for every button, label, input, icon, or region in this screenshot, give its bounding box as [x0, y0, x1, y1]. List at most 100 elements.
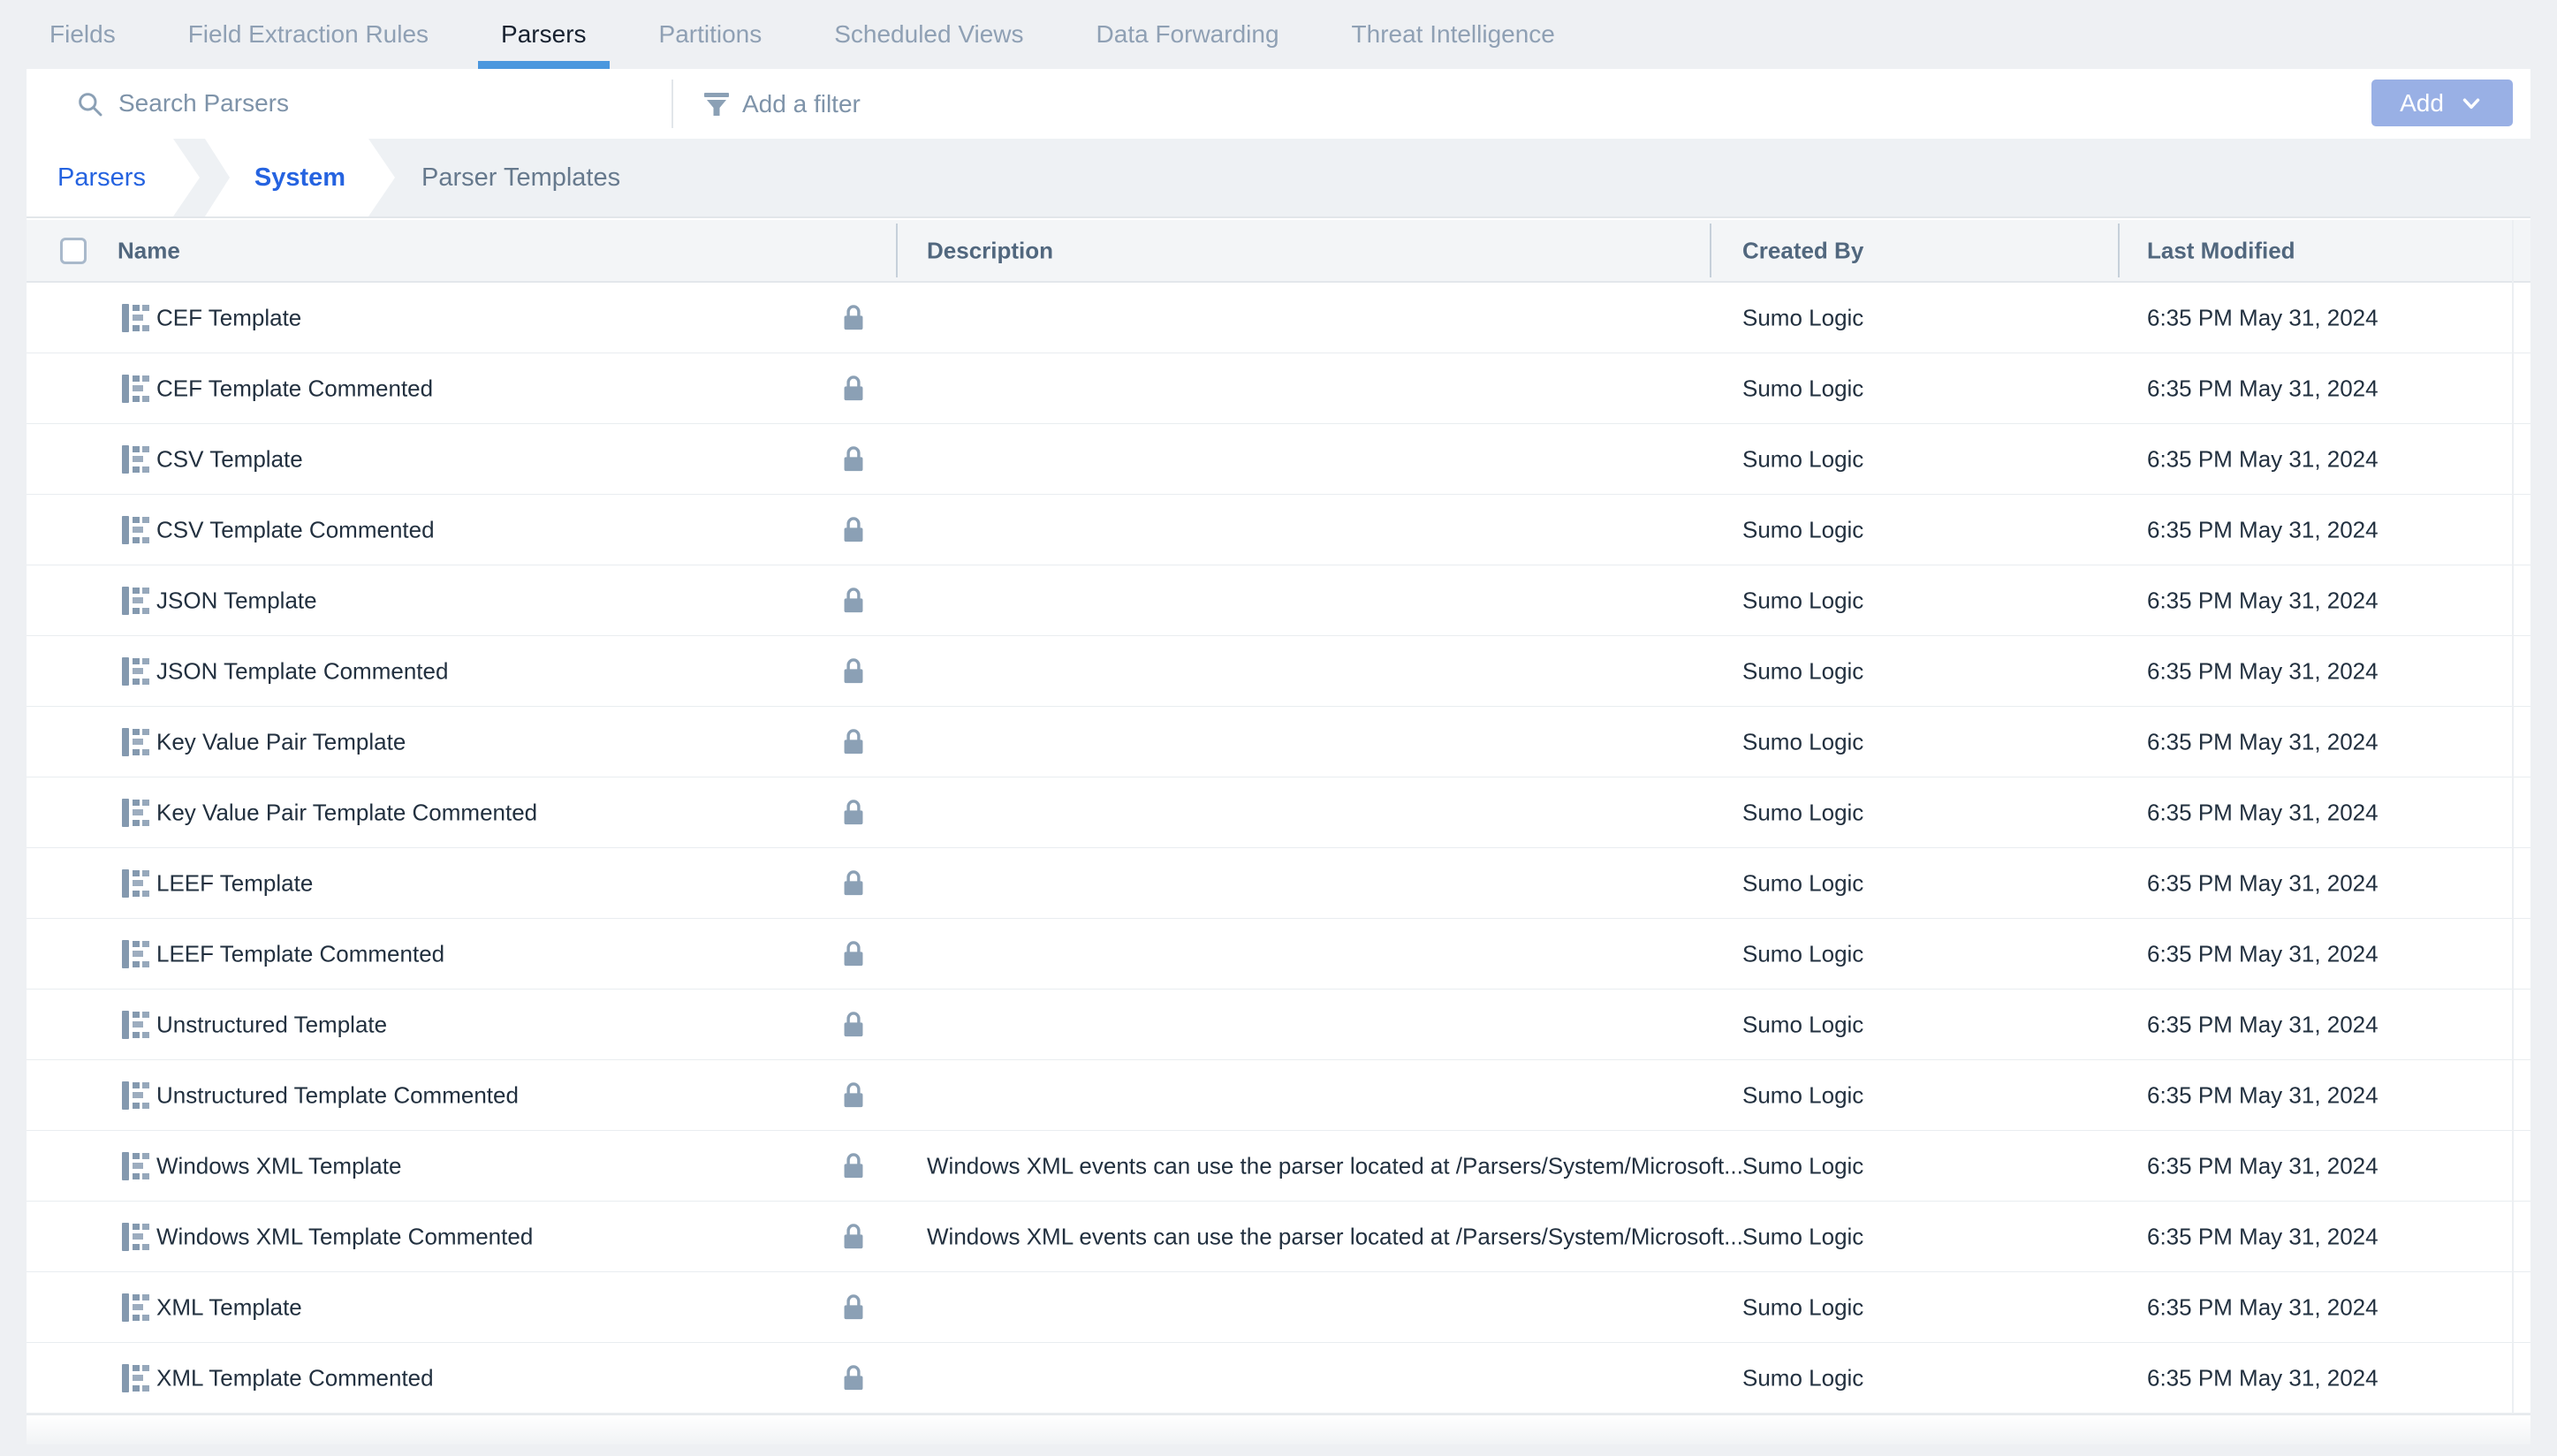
row-created-by: Sumo Logic	[1742, 1011, 1863, 1038]
table-row[interactable]: Key Value Pair Template CommentedSumo Lo…	[27, 777, 2530, 848]
table-row[interactable]: XML Template Commented Sumo Logic 6:35 PM …	[27, 1343, 2530, 1414]
add-button-label: Add	[2400, 89, 2444, 118]
parser-template-icon	[119, 585, 151, 617]
row-name: XML Template Commented	[156, 1364, 434, 1392]
row-last-modified: 6:35 PM May 31, 2024	[2147, 587, 2379, 614]
table-row[interactable]: CEF TemplateSumo Logic6:35 PM May 31, 20…	[27, 283, 2530, 353]
lock-icon	[839, 1151, 868, 1181]
table-footer	[27, 1414, 2530, 1445]
row-name: Key Value Pair Template	[156, 728, 406, 755]
breadcrumb-item-system[interactable]: System	[205, 139, 395, 216]
breadcrumb-item-parsers[interactable]: Parsers	[27, 139, 200, 216]
filter-icon	[702, 90, 732, 123]
table-row[interactable]: Unstructured TemplateSumo Logic6:35 PM M…	[27, 990, 2530, 1060]
table-row[interactable]: CSV Template CommentedSumo Logic6:35 PM …	[27, 495, 2530, 565]
table-row[interactable]: CEF Template CommentedSumo Logic6:35 PM …	[27, 353, 2530, 424]
row-last-modified: 6:35 PM May 31, 2024	[2147, 799, 2379, 826]
table-row[interactable]: LEEF Template CommentedSumo Logic6:35 PM…	[27, 919, 2530, 990]
row-created-by: Sumo Logic	[1742, 1223, 1863, 1250]
row-created-by: Sumo Logic	[1742, 1293, 1863, 1321]
parser-template-icon	[119, 1150, 151, 1182]
column-header-last-modified[interactable]: Last Modified	[2147, 237, 2295, 264]
add-filter-button[interactable]: Add a filter	[742, 69, 861, 139]
tab-bar: Fields Field Extraction Rules Parsers Parti…	[0, 0, 2557, 69]
row-last-modified: 6:35 PM May 31, 2024	[2147, 869, 2379, 897]
parser-template-icon	[119, 1009, 151, 1041]
parser-template-icon	[119, 1292, 151, 1323]
table-row[interactable]: CSV Template Sumo Logic 6:35 PM May 31, 20…	[27, 424, 2530, 495]
parser-template-icon	[119, 373, 151, 405]
lock-icon	[839, 1363, 868, 1393]
row-last-modified: 6:35 PM May 31, 2024	[2147, 445, 2379, 473]
row-last-modified: 6:35 PM May 31, 2024	[2147, 1152, 2379, 1179]
table-row[interactable]: LEEF TemplateSumo Logic6:35 PM May 31, 2…	[27, 848, 2530, 919]
tab-fields[interactable]: Fields	[49, 0, 116, 69]
row-created-by: Sumo Logic	[1742, 1152, 1863, 1179]
table-row[interactable]: Windows XML TemplateWindows XML events c…	[27, 1131, 2530, 1202]
row-name: CSV Template	[156, 445, 303, 473]
breadcrumb-label: Parser Templates	[421, 163, 620, 193]
row-name: Windows XML Template	[156, 1152, 401, 1179]
row-name: Unstructured Template Commented	[156, 1081, 519, 1109]
row-last-modified: 6:35 PM May 31, 2024	[2147, 940, 2379, 967]
row-last-modified: 6:35 PM May 31, 2024	[2147, 657, 2379, 685]
lock-icon	[839, 656, 868, 686]
breadcrumb-label: System	[254, 163, 345, 193]
column-divider	[896, 224, 898, 277]
column-header-description[interactable]: Description	[927, 237, 1053, 264]
row-created-by: Sumo Logic	[1742, 587, 1863, 614]
tab-data-forwarding[interactable]: Data Forwarding	[1096, 0, 1279, 69]
parser-template-icon	[119, 1221, 151, 1253]
column-divider	[1710, 224, 1711, 277]
lock-icon	[839, 515, 868, 545]
tab-partitions[interactable]: Partitions	[659, 0, 763, 69]
search-input[interactable]	[118, 78, 613, 129]
row-last-modified: 6:35 PM May 31, 2024	[2147, 1364, 2379, 1392]
row-description: Windows XML events can use the parser lo…	[927, 1223, 1743, 1250]
add-button[interactable]: Add	[2371, 80, 2513, 126]
row-created-by: Sumo Logic	[1742, 304, 1863, 331]
lock-icon	[839, 1081, 868, 1111]
tab-label: Field Extraction Rules	[188, 20, 429, 49]
table-row[interactable]: Windows XML Template CommentedWindows XM…	[27, 1202, 2530, 1272]
toolbar: Add a filter Add	[27, 69, 2530, 139]
row-created-by: Sumo Logic	[1742, 1364, 1863, 1392]
lock-icon	[839, 1293, 868, 1323]
lock-icon	[839, 939, 868, 969]
row-created-by: Sumo Logic	[1742, 657, 1863, 685]
tab-field-extraction-rules[interactable]: Field Extraction Rules	[188, 0, 429, 69]
table-row[interactable]: JSON Template Sumo Logic 6:35 PM May 31, 2…	[27, 565, 2530, 636]
tab-threat-intelligence[interactable]: Threat Intelligence	[1352, 0, 1555, 69]
table-row[interactable]: XML TemplateSumo Logic6:35 PM May 31, 20…	[27, 1272, 2530, 1343]
tab-parsers[interactable]: Parsers	[501, 0, 586, 69]
row-last-modified: 6:35 PM May 31, 2024	[2147, 375, 2379, 402]
parser-template-icon	[119, 1080, 151, 1111]
lock-icon	[839, 586, 868, 616]
parser-template-icon	[119, 656, 151, 687]
lock-icon	[839, 868, 868, 899]
tab-scheduled-views[interactable]: Scheduled Views	[834, 0, 1023, 69]
table-row[interactable]: JSON Template Commented Sumo Logic 6:35 PM…	[27, 636, 2530, 707]
lock-icon	[839, 1222, 868, 1252]
tab-label: Partitions	[659, 20, 763, 49]
row-last-modified: 6:35 PM May 31, 2024	[2147, 1081, 2379, 1109]
tab-label: Fields	[49, 20, 116, 49]
row-name: CSV Template Commented	[156, 516, 435, 543]
table-right-divider	[2512, 220, 2514, 1445]
row-created-by: Sumo Logic	[1742, 375, 1863, 402]
row-name: JSON Template Commented	[156, 657, 448, 685]
row-created-by: Sumo Logic	[1742, 445, 1863, 473]
row-name: CEF Template	[156, 304, 301, 331]
select-all-checkbox[interactable]	[60, 238, 87, 264]
column-header-created-by[interactable]: Created By	[1742, 237, 1863, 264]
row-created-by: Sumo Logic	[1742, 799, 1863, 826]
column-header-name[interactable]: Name	[118, 237, 180, 264]
table-row[interactable]: Key Value Pair TemplateSumo Logic6:35 PM…	[27, 707, 2530, 777]
tab-label: Parsers	[501, 20, 586, 49]
row-created-by: Sumo Logic	[1742, 1081, 1863, 1109]
table-row[interactable]: Unstructured Template Commented Sumo Logi…	[27, 1060, 2530, 1131]
row-name: JSON Template	[156, 587, 317, 614]
row-created-by: Sumo Logic	[1742, 516, 1863, 543]
parser-template-icon	[119, 444, 151, 475]
row-last-modified: 6:35 PM May 31, 2024	[2147, 1293, 2379, 1321]
